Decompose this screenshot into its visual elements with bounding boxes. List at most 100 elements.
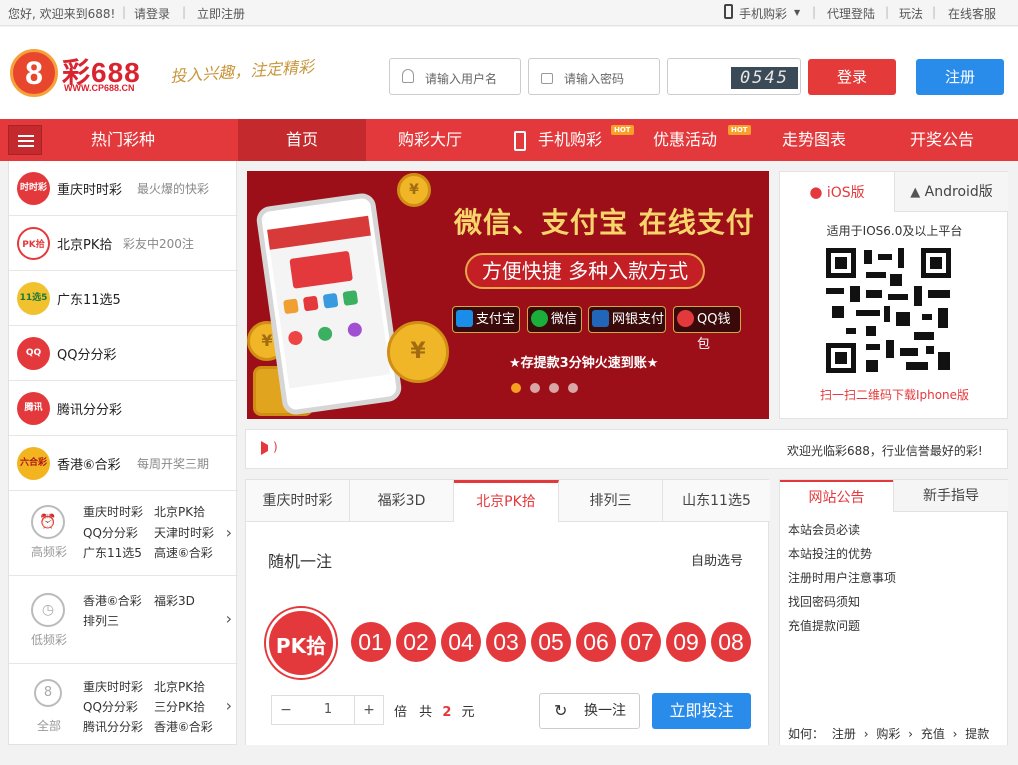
captcha-image[interactable]: 0545 xyxy=(731,67,798,89)
user-icon xyxy=(402,69,414,83)
step-register[interactable]: 注册 xyxy=(832,727,856,741)
scan-download-link[interactable]: 扫一扫二维码下载Iphone版 xyxy=(780,386,1009,403)
announcement-text[interactable]: 欢迎光临彩688，行业信誉最好的彩! xyxy=(787,442,983,459)
notice-panel: 网站公告 新手指导 本站会员必读 本站投注的优势 注册时用户注意事项 找回密码须… xyxy=(779,479,1008,745)
unionpay-icon xyxy=(592,310,609,327)
multiple-input[interactable]: 1 xyxy=(300,695,356,725)
swap-pick-button[interactable]: ↻ 换一注 xyxy=(539,693,640,729)
tab-cqssc[interactable]: 重庆时时彩 xyxy=(246,480,350,522)
group-link[interactable]: QQ分分彩 xyxy=(83,524,138,541)
decrease-button[interactable]: − xyxy=(271,695,301,725)
howto-link[interactable]: 玩法 xyxy=(899,5,923,22)
number-ball: 08 xyxy=(711,622,751,662)
mobile-lottery-link[interactable]: 手机购彩 xyxy=(739,5,787,22)
notice-item[interactable]: 找回密码须知 xyxy=(788,593,860,610)
group-high-frequency[interactable]: ⏰ 高频彩 重庆时时彩 北京PK拾 QQ分分彩 天津时时彩 广东11选5 高速⑥… xyxy=(9,491,238,576)
group-link[interactable]: 香港⑥合彩 xyxy=(83,592,142,609)
group-link[interactable]: 北京PK拾 xyxy=(154,678,205,695)
self-pick-link[interactable]: 自助选号 xyxy=(691,550,743,569)
notice-item[interactable]: 注册时用户注意事项 xyxy=(788,569,896,586)
nav-hot-lottery[interactable]: 热门彩种 xyxy=(60,119,186,161)
pk10-logo: PK拾 xyxy=(266,608,336,678)
hot-badge: HOT xyxy=(611,125,634,135)
step-withdraw[interactable]: 提款 xyxy=(965,727,989,741)
carousel-dot[interactable] xyxy=(568,383,578,393)
nav-promotions[interactable]: 优惠活动 xyxy=(642,119,728,161)
total-summary: 倍 共 2 元 xyxy=(394,701,475,720)
login-button[interactable]: 登录 xyxy=(808,59,896,95)
username-field[interactable]: 请输入用户名 xyxy=(389,58,521,95)
group-link[interactable]: 重庆时时彩 xyxy=(83,678,143,695)
group-low-frequency[interactable]: ◷ 低频彩 香港⑥合彩 福彩3D 排列三 › xyxy=(9,576,238,664)
scrollbar-gutter xyxy=(0,745,1018,765)
notice-item[interactable]: 本站会员必读 xyxy=(788,521,860,538)
group-link[interactable]: 广东11选5 xyxy=(83,544,142,561)
step-buy[interactable]: 购彩 xyxy=(876,727,900,741)
group-link[interactable]: 排列三 xyxy=(83,612,119,629)
carousel-dot[interactable] xyxy=(530,383,540,393)
group-link[interactable]: 香港⑥合彩 xyxy=(154,718,213,735)
group-link[interactable]: 腾讯分分彩 xyxy=(83,718,143,735)
sidebar-item-hk6[interactable]: 六合彩 香港⑥合彩 每周开奖三期 xyxy=(9,436,238,491)
agent-login-link[interactable]: 代理登陆 xyxy=(827,5,875,22)
tab-beginner-guide[interactable]: 新手指导 xyxy=(893,480,1008,512)
online-service-link[interactable]: 在线客服 xyxy=(948,5,996,22)
group-link[interactable]: 重庆时时彩 xyxy=(83,503,143,520)
register-button[interactable]: 注册 xyxy=(916,59,1004,95)
menu-icon[interactable] xyxy=(8,125,42,155)
tab-android-label: Android版 xyxy=(924,184,993,200)
carousel-dot[interactable] xyxy=(511,383,521,393)
tab-pl3[interactable]: 排列三 xyxy=(559,480,663,522)
bet-now-button[interactable]: 立即投注 xyxy=(652,693,751,729)
number-ball: 05 xyxy=(531,622,571,662)
group-link[interactable]: 福彩3D xyxy=(154,592,195,609)
chevron-right-icon: › xyxy=(225,696,232,715)
nav-home[interactable]: 首页 xyxy=(238,119,366,161)
group-link[interactable]: 三分PK拾 xyxy=(154,698,205,715)
sidebar-item-gd11x5[interactable]: 11选5 广东11选5 xyxy=(9,271,238,326)
nav-lottery-hall[interactable]: 购彩大厅 xyxy=(366,119,494,161)
slogan: 投入兴趣，注定精彩 xyxy=(169,56,315,86)
sidebar-item-qqffc[interactable]: QQ QQ分分彩 xyxy=(9,326,238,381)
password-field[interactable]: 请输入密码 xyxy=(528,58,660,95)
login-link[interactable]: 请登录 xyxy=(134,5,170,22)
captcha-field[interactable]: 0545 xyxy=(667,58,801,95)
group-link[interactable]: QQ分分彩 xyxy=(83,698,138,715)
logo-mark[interactable]: 8 xyxy=(10,49,58,97)
step-deposit[interactable]: 充值 xyxy=(921,727,945,741)
coin-icon: ¥ xyxy=(387,321,449,383)
number-ball: 06 xyxy=(576,622,616,662)
sidebar-item-cqssc[interactable]: 时时彩 重庆时时彩 最火爆的快彩 xyxy=(9,161,238,216)
swap-pick-label: 换一注 xyxy=(584,703,626,719)
header: 8 彩688 WWW.CP688.CN 投入兴趣，注定精彩 请输入用户名 请输入… xyxy=(0,27,1018,119)
register-link[interactable]: 立即注册 xyxy=(197,5,245,22)
group-link[interactable]: 天津时时彩 xyxy=(154,524,214,541)
group-link[interactable]: 北京PK拾 xyxy=(154,503,205,520)
notice-item[interactable]: 本站投注的优势 xyxy=(788,545,872,562)
tab-android[interactable]: ▲ Android版 xyxy=(894,172,1008,212)
username-placeholder: 请输入用户名 xyxy=(425,72,498,86)
banner-subtitle: 方便快捷 多种入款方式 xyxy=(465,253,705,289)
nav-trend-charts[interactable]: 走势图表 xyxy=(750,119,878,161)
pay-wechat: 微信 xyxy=(527,306,582,333)
tab-notices[interactable]: 网站公告 xyxy=(780,480,893,512)
nav-draw-results[interactable]: 开奖公告 xyxy=(878,119,1006,161)
sidebar-item-txffc[interactable]: 腾讯 腾讯分分彩 xyxy=(9,381,238,436)
nav-mobile-lottery[interactable]: 手机购彩 xyxy=(530,119,610,161)
announcement-bar: ) 欢迎光临彩688，行业信誉最好的彩! xyxy=(245,429,1008,469)
main-nav: 热门彩种 首页 购彩大厅 手机购彩 HOT 优惠活动 HOT 走势图表 开奖公告 xyxy=(0,119,1018,161)
tab-fc3d[interactable]: 福彩3D xyxy=(350,480,454,522)
pay-unionpay: 网银支付 xyxy=(588,306,666,333)
lottery-logo-icon: 腾讯 xyxy=(17,392,50,425)
sidebar-item-bjpk10[interactable]: PK拾 北京PK拾 彩友中200注 xyxy=(9,216,238,271)
increase-button[interactable]: + xyxy=(354,695,384,725)
group-all[interactable]: 8 全部 重庆时时彩 北京PK拾 QQ分分彩 三分PK拾 腾讯分分彩 香港⑥合彩… xyxy=(9,664,238,745)
carousel-dot[interactable] xyxy=(549,383,559,393)
tab-sd11x5[interactable]: 山东11选5 xyxy=(663,480,770,522)
promo-banner[interactable]: ¥ ¥ ¥ 微信、支付宝 在线支付 方便快捷 多种入款方式 支付宝 微信 网银支… xyxy=(247,171,769,419)
group-link[interactable]: 高速⑥合彩 xyxy=(154,544,213,561)
tab-bjpk10[interactable]: 北京PK拾 xyxy=(454,480,559,522)
tab-ios[interactable]: ● iOS版 xyxy=(780,172,894,212)
notice-item[interactable]: 充值提款问题 xyxy=(788,617,860,634)
lottery-logo-icon: 六合彩 xyxy=(17,447,50,480)
